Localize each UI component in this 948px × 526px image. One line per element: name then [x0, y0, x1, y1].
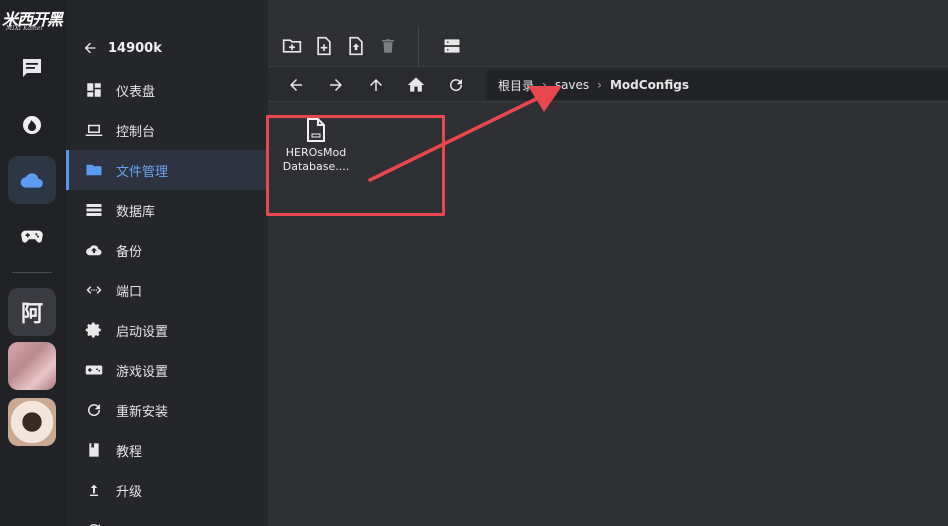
- game-settings-icon: [85, 365, 103, 375]
- port-icon: [86, 286, 102, 294]
- chat-icon: [23, 59, 41, 77]
- file-manager: 根目录 › saves › ModConfigs HEROsMod Databa…: [268, 0, 948, 526]
- up-arrow-icon: [370, 79, 382, 91]
- rail-chat-button[interactable]: [8, 44, 56, 92]
- sidebar-item-label: 升级: [116, 484, 143, 500]
- chevron-right-icon: ›: [542, 78, 547, 92]
- file-toolbar: [268, 26, 948, 66]
- refresh-icon: [450, 79, 463, 92]
- sidebar-item-startup[interactable]: 启动设置: [66, 310, 268, 350]
- rail-cloud-button[interactable]: [8, 156, 56, 204]
- chevron-right-icon: ›: [597, 78, 602, 92]
- gear-icon: [85, 322, 101, 338]
- upload-icon: [349, 36, 363, 56]
- sidebar-header[interactable]: 14900k: [66, 28, 268, 68]
- upgrade-icon: [90, 484, 98, 496]
- book-icon: [89, 443, 99, 457]
- server-icon: [444, 39, 460, 53]
- cloud-upload-icon: [86, 245, 102, 256]
- cloud-icon: [20, 173, 43, 188]
- home-button[interactable]: [404, 73, 428, 97]
- sidebar-item-label: 启动设置: [116, 324, 169, 340]
- sidebar-item-dashboard[interactable]: 仪表盘: [66, 70, 268, 110]
- new-folder-icon: [282, 39, 302, 53]
- home-icon: [407, 77, 425, 92]
- reload-icon: [89, 524, 100, 526]
- new-folder-button[interactable]: [280, 34, 304, 58]
- breadcrumb-saves[interactable]: saves: [555, 78, 589, 92]
- database-icon: [86, 204, 102, 216]
- refresh-button[interactable]: [444, 73, 468, 97]
- sidebar-item-files[interactable]: 文件管理: [66, 150, 268, 190]
- sidebar-item-upgrade[interactable]: 升级: [66, 470, 268, 510]
- forward-arrow-icon: [330, 79, 342, 91]
- rail-flame-button[interactable]: [8, 100, 56, 148]
- sidebar-item-reinstall[interactable]: 重新安装: [66, 390, 268, 430]
- app-logo: 米西开黑 MIXI Kaihei: [2, 6, 64, 36]
- upload-button[interactable]: [344, 34, 368, 58]
- sidebar-item-database[interactable]: 数据库: [66, 190, 268, 230]
- annotation-highlight-box: [266, 115, 445, 216]
- server-avatar-2[interactable]: [8, 398, 56, 446]
- sidebar-item-label: 端口: [116, 284, 143, 300]
- up-button[interactable]: [364, 73, 388, 97]
- sidebar-item-more[interactable]: [66, 510, 268, 526]
- server-avatar-text[interactable]: 阿: [8, 288, 56, 336]
- server-avatar-1[interactable]: [8, 342, 56, 390]
- dashboard-icon: [87, 83, 101, 97]
- server-title: 14900k: [108, 40, 162, 56]
- delete-button[interactable]: [376, 34, 400, 58]
- new-file-button[interactable]: [312, 34, 336, 58]
- server-button[interactable]: [440, 34, 464, 58]
- server-sidebar: 14900k 仪表盘 控制台 文件管理 数据库 备份 端口 启动设置 游戏设置 …: [66, 0, 268, 526]
- sidebar-item-label: 教程: [116, 444, 143, 460]
- delete-icon: [382, 39, 394, 53]
- sidebar-item-console[interactable]: 控制台: [66, 110, 268, 150]
- laptop-icon: [85, 124, 103, 136]
- new-file-icon: [317, 36, 331, 56]
- flame-icon: [23, 116, 41, 134]
- navigation-bar: 根目录 › saves › ModConfigs: [268, 66, 948, 102]
- sidebar-item-label: 仪表盘: [116, 84, 156, 100]
- sidebar-item-label: 游戏设置: [116, 364, 169, 380]
- rail-divider: [12, 272, 52, 273]
- sidebar-item-label: 数据库: [116, 204, 156, 220]
- toolbar-divider: [418, 26, 419, 66]
- arrow-left-icon: [84, 42, 96, 54]
- sidebar-item-label: 控制台: [116, 124, 156, 140]
- breadcrumb-current[interactable]: ModConfigs: [610, 78, 689, 92]
- breadcrumb: 根目录 › saves › ModConfigs: [486, 70, 948, 100]
- breadcrumb-root[interactable]: 根目录: [498, 77, 534, 94]
- sidebar-item-label: 备份: [116, 244, 143, 260]
- back-arrow-icon: [290, 79, 302, 91]
- app-rail: 米西开黑 MIXI Kaihei 阿: [0, 0, 66, 526]
- reload-icon: [88, 404, 101, 417]
- back-button[interactable]: [284, 73, 308, 97]
- sidebar-item-ports[interactable]: 端口: [66, 270, 268, 310]
- sidebar-item-backup[interactable]: 备份: [66, 230, 268, 270]
- logo-subtext: MIXI Kaihei: [6, 25, 43, 32]
- gamepad-icon: [21, 230, 43, 243]
- sidebar-item-tutorial[interactable]: 教程: [66, 430, 268, 470]
- forward-button[interactable]: [324, 73, 348, 97]
- rail-gamepad-button[interactable]: [8, 212, 56, 260]
- folder-icon: [86, 164, 102, 176]
- sidebar-item-label: 重新安装: [116, 404, 169, 420]
- sidebar-item-label: 文件管理: [116, 164, 169, 180]
- sidebar-item-game-settings[interactable]: 游戏设置: [66, 350, 268, 390]
